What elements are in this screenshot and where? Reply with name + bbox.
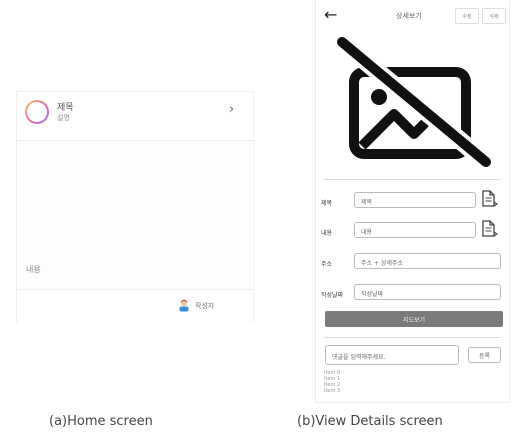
card-footer [17, 289, 253, 323]
page-title: 상세보기 [396, 12, 422, 20]
divider [324, 179, 501, 180]
card-title: 제목 [57, 103, 74, 113]
caption-home: (a)Home screen [49, 414, 153, 429]
field-label-date: 작성날짜 [321, 292, 344, 299]
author-avatar-icon [179, 299, 189, 312]
delete-button[interactable]: 삭제 [482, 8, 506, 24]
map-view-button[interactable]: 지도보기 [325, 311, 503, 327]
field-label-content: 내용 [321, 230, 333, 237]
title-field[interactable]: 제목 [354, 192, 476, 208]
comment-input[interactable]: 댓글을 입력해주세요. [325, 345, 459, 365]
author-name: 작성자 [195, 302, 215, 310]
file-attach-icon[interactable] [480, 190, 498, 208]
content-field[interactable]: 내용 [354, 222, 476, 238]
comment-submit-button[interactable]: 등록 [468, 347, 501, 363]
card-content: 내용 [26, 265, 41, 274]
no-image-icon [334, 34, 494, 168]
date-field[interactable]: 작성날짜 [354, 284, 501, 300]
address-field[interactable]: 주소 + 상세주소 [354, 253, 501, 269]
edit-button[interactable]: 수정 [455, 8, 479, 24]
list-item: Item 3 [324, 388, 341, 394]
field-label-address: 주소 [321, 261, 333, 268]
file-attach-icon[interactable] [480, 220, 498, 238]
caption-detail: (b)View Details screen [297, 414, 443, 429]
detail-screen: ← 상세보기 수정 삭제 제목 제목 내용 내용 주소 주소 + 상세주소 작성… [316, 0, 509, 402]
top-bar: ← 상세보기 수정 삭제 [316, 0, 509, 30]
card-header[interactable]: 제목 설명 › [17, 92, 253, 141]
comment-list: Item 0 Item 1 Item 2 Item 3 [324, 370, 340, 394]
home-screen: 제목 설명 › 내용 작성자 [17, 92, 253, 323]
back-arrow-icon[interactable]: ← [324, 5, 337, 24]
chevron-right-icon[interactable]: › [229, 102, 234, 117]
divider [324, 337, 501, 338]
card-subtitle: 설명 [57, 114, 70, 122]
avatar-ring-icon [25, 100, 49, 124]
field-label-title: 제목 [321, 200, 333, 207]
